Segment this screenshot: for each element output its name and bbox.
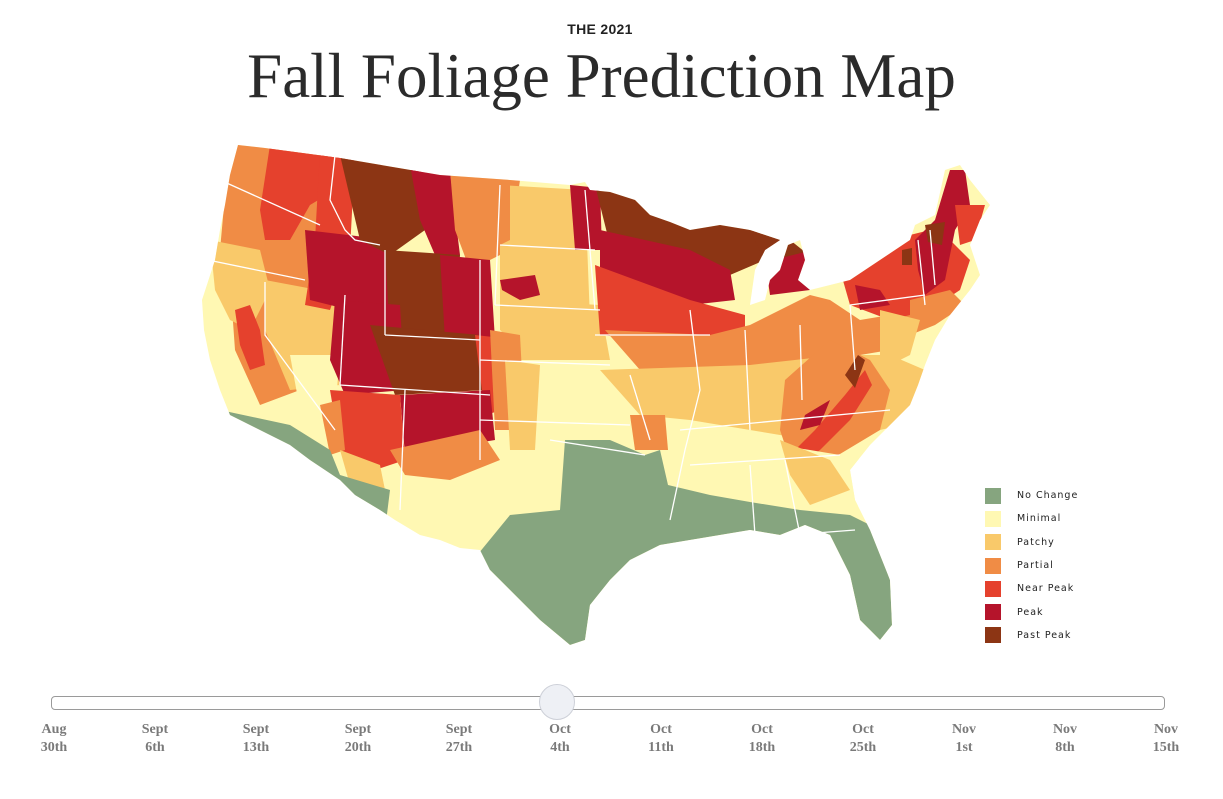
legend-swatch — [985, 580, 1001, 597]
tick-month: Oct — [852, 722, 874, 737]
legend-item-near-peak: Near Peak — [985, 577, 1078, 600]
tick-label[interactable]: Nov 15th — [1126, 721, 1206, 757]
legend-swatch — [985, 627, 1001, 644]
legend-label: Minimal — [1017, 513, 1062, 525]
tick-day: 4th — [550, 740, 570, 755]
legend-swatch — [985, 487, 1001, 504]
tick-day: 27th — [445, 740, 473, 755]
region-ozarks-partial — [630, 415, 668, 450]
legend-label: No Change — [1017, 490, 1079, 502]
tick-label[interactable]: Sept 20th — [318, 721, 398, 757]
tick-month: Aug — [41, 722, 67, 737]
region-plains-patchy — [505, 360, 540, 450]
region-adirondack-past-peak — [902, 248, 912, 265]
tick-label[interactable]: Oct 11th — [621, 721, 701, 757]
legend-item-patchy: Patchy — [985, 531, 1078, 554]
tick-label[interactable]: Aug 30th — [14, 721, 94, 757]
tick-label[interactable]: Sept 27th — [419, 721, 499, 757]
date-slider-ticks: Aug 30th Sept 6th Sept 13th Sept 20th Sept 27… — [0, 721, 1223, 761]
tick-day: 15th — [1152, 740, 1180, 755]
tick-label[interactable]: Sept 6th — [115, 721, 195, 757]
tick-month: Sept — [141, 722, 169, 737]
legend-item-no-change: No Change — [985, 484, 1078, 507]
legend-item-partial: Partial — [985, 554, 1078, 577]
tick-month: Sept — [445, 722, 473, 737]
region-me-coast-near-peak — [955, 205, 985, 245]
tick-day: 18th — [748, 740, 776, 755]
tick-month: Oct — [751, 722, 773, 737]
kicker: THE 2021 — [567, 21, 633, 37]
legend-label: Peak — [1017, 606, 1044, 618]
date-slider-thumb[interactable] — [538, 684, 575, 720]
region-e-wyoming-peak — [440, 255, 495, 340]
tick-month: Nov — [1052, 722, 1078, 737]
tick-month: Sept — [242, 722, 270, 737]
legend-item-peak: Peak — [985, 600, 1078, 623]
tick-day: 20th — [344, 740, 372, 755]
tick-day: 13th — [242, 740, 270, 755]
tick-label[interactable]: Nov 8th — [1025, 721, 1105, 757]
tick-label[interactable]: Oct 18th — [722, 721, 802, 757]
tick-day: 1st — [955, 740, 973, 755]
legend-item-minimal: Minimal — [985, 507, 1078, 530]
legend-label: Patchy — [1017, 536, 1055, 548]
us-foliage-map — [202, 145, 990, 645]
tick-day: 6th — [145, 740, 165, 755]
page-title: Fall Foliage Prediction Map — [247, 41, 956, 111]
legend: No Change Minimal Patchy Partial Near Pe… — [985, 484, 1078, 647]
legend-swatch — [985, 604, 1001, 621]
map-fill — [202, 145, 990, 645]
tick-day: 11th — [648, 740, 674, 755]
tick-day: 8th — [1055, 740, 1075, 755]
tick-month: Oct — [650, 722, 672, 737]
tick-label[interactable]: Sept 13th — [216, 721, 296, 757]
legend-label: Past Peak — [1017, 629, 1072, 641]
tick-day: 30th — [40, 740, 68, 755]
legend-swatch — [985, 534, 1001, 551]
region-vt-past-peak — [925, 222, 945, 245]
tick-month: Sept — [344, 722, 372, 737]
legend-item-past-peak: Past Peak — [985, 624, 1078, 647]
tick-month: Oct — [549, 722, 571, 737]
tick-label[interactable]: Nov 1st — [924, 721, 1004, 757]
tick-month: Nov — [951, 722, 977, 737]
tick-day: 25th — [849, 740, 877, 755]
tick-label[interactable]: Oct 4th — [520, 721, 600, 757]
region-n-lower-mi-peak — [765, 250, 810, 295]
legend-label: Partial — [1017, 560, 1054, 572]
legend-label: Near Peak — [1017, 583, 1075, 595]
legend-swatch — [985, 510, 1001, 527]
date-slider-track[interactable] — [51, 696, 1165, 710]
tick-month: Nov — [1153, 722, 1179, 737]
tick-label[interactable]: Oct 25th — [823, 721, 903, 757]
legend-swatch — [985, 557, 1001, 574]
